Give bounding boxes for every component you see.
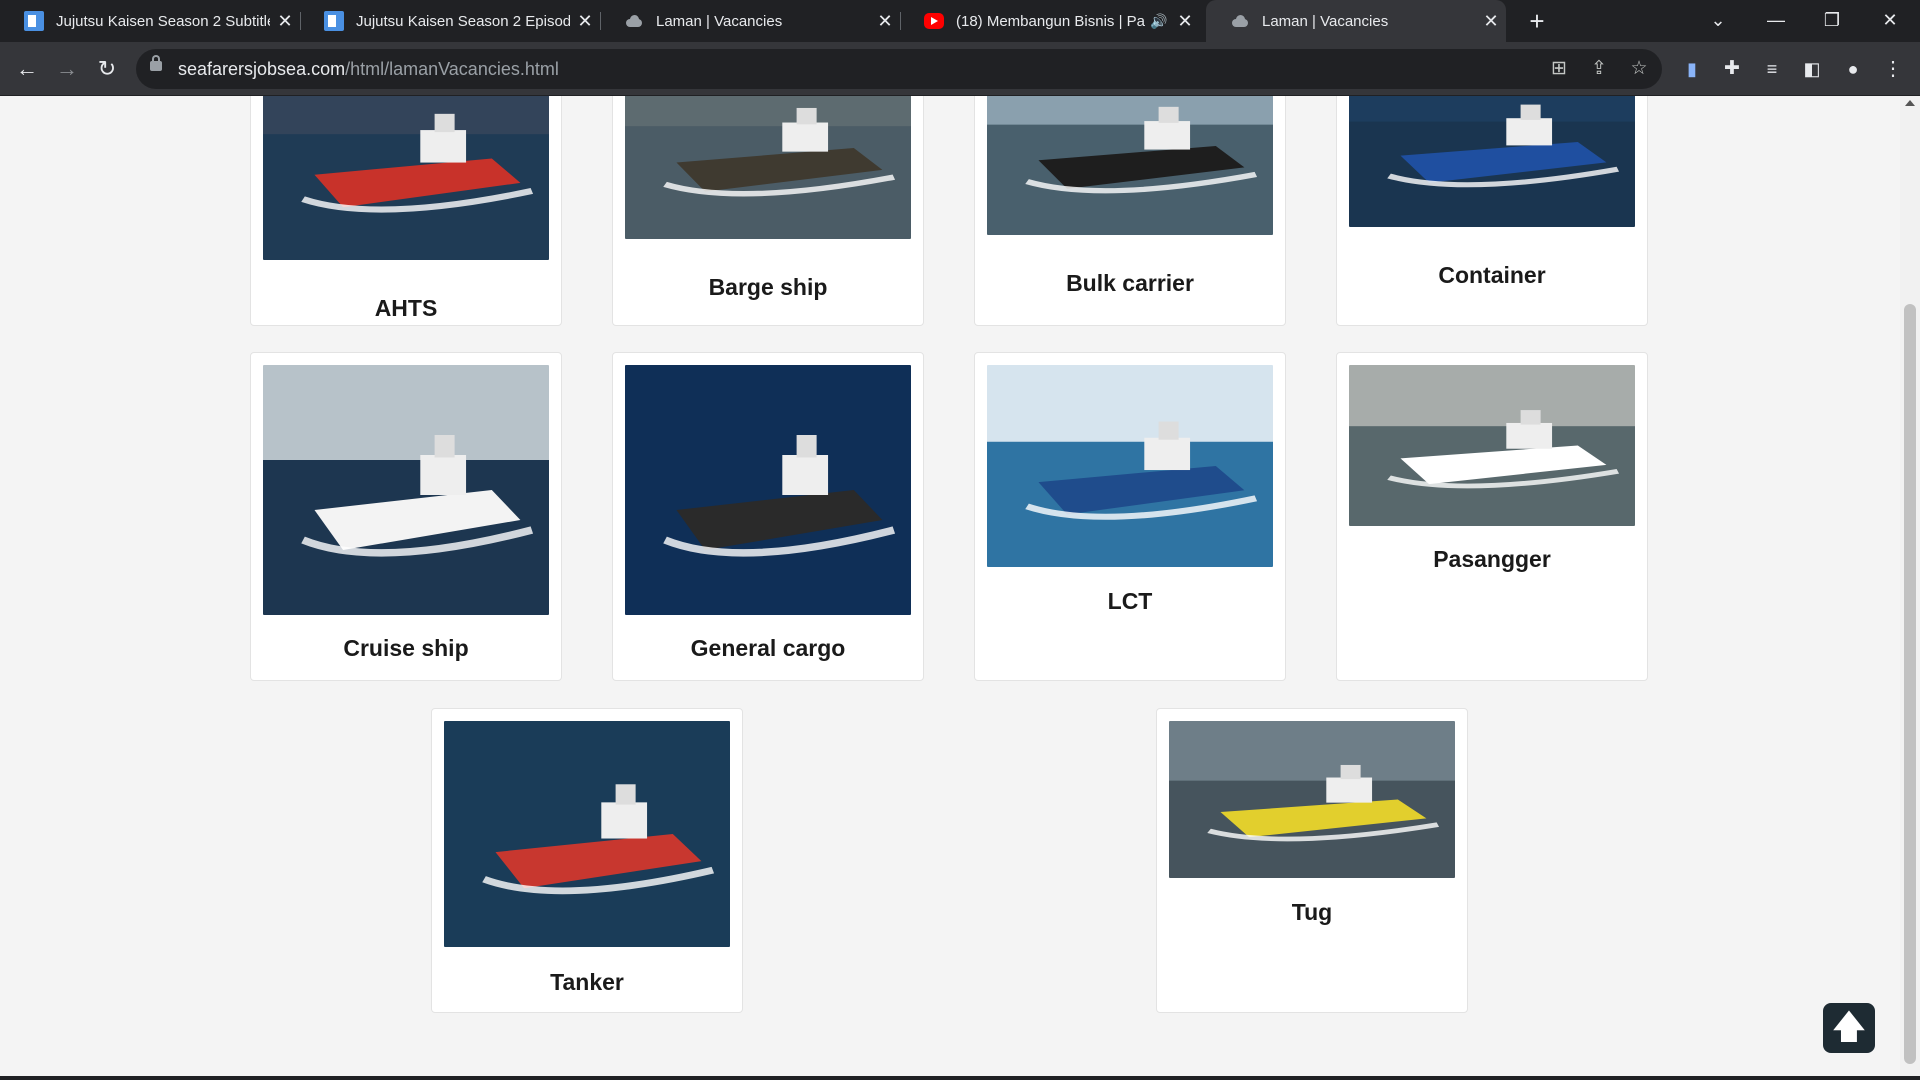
tab-youtube[interactable]: (18) Membangun Bisnis | Pa 🔊 ✕: [900, 0, 1200, 42]
doc-icon: [24, 11, 44, 31]
ship-card-general-cargo[interactable]: General cargo: [612, 352, 924, 681]
tab-laman-vacancies-active[interactable]: Laman | Vacancies ✕: [1206, 0, 1506, 42]
close-icon[interactable]: ✕: [870, 11, 900, 32]
ship-card-tanker[interactable]: Tanker: [431, 708, 743, 1013]
ship-image: [263, 96, 549, 260]
ship-card-cruise[interactable]: Cruise ship: [250, 352, 562, 681]
ship-image: [987, 96, 1273, 235]
ship-label: Tug: [1291, 899, 1333, 925]
profile-avatar-icon[interactable]: ●: [1836, 52, 1870, 86]
ship-image: [625, 96, 911, 239]
page-scrollbar[interactable]: [1900, 96, 1920, 1076]
ship-label: Cruise ship: [343, 635, 469, 661]
ship-card-barge[interactable]: Barge ship: [612, 96, 924, 326]
ship-card-passenger[interactable]: Pasangger: [1336, 352, 1648, 681]
ship-label: Tanker: [550, 969, 624, 995]
minimize-icon[interactable]: —: [1748, 0, 1804, 42]
ship-image: [987, 365, 1273, 567]
window-bottom-edge: [0, 1076, 1920, 1080]
tab-search-chevron-icon[interactable]: ⌄: [1690, 0, 1746, 42]
tab-jujutsu-subtitle[interactable]: Jujutsu Kaisen Season 2 Subtitle ✕: [0, 0, 300, 42]
address-bar[interactable]: seafarersjobsea.com/html/lamanVacancies.…: [136, 49, 1662, 89]
media-control-icon[interactable]: ≡: [1755, 52, 1789, 86]
back-arrow-icon[interactable]: ←: [10, 52, 44, 86]
url-text[interactable]: seafarersjobsea.com/html/lamanVacancies.…: [178, 49, 559, 89]
ship-image: [625, 365, 911, 615]
vacancies-page: AHTS Barge ship Bulk carrier Container C…: [0, 96, 1900, 1076]
ship-label: AHTS: [374, 295, 438, 321]
ship-image: [1349, 96, 1635, 227]
arrow-up-icon: 🡅: [1831, 1008, 1867, 1046]
ship-label: Bulk carrier: [1066, 270, 1194, 296]
side-panel-icon[interactable]: ◧: [1795, 52, 1829, 86]
cloud-icon: [1230, 11, 1250, 31]
extension-doc-icon[interactable]: ▮: [1675, 52, 1709, 86]
scroll-up-arrow-icon[interactable]: [1905, 100, 1915, 106]
menu-kebab-icon[interactable]: ⋮: [1876, 52, 1910, 86]
tab-jujutsu-episode[interactable]: Jujutsu Kaisen Season 2 Episode ✕: [300, 0, 600, 42]
share-icon[interactable]: ⇪: [1582, 52, 1616, 86]
ship-label: Barge ship: [708, 274, 828, 300]
extensions-puzzle-icon[interactable]: ✚: [1715, 52, 1749, 86]
youtube-icon: [924, 13, 944, 29]
browser-toolbar: ← → ↻ seafarersjobsea.com/html/lamanVaca…: [0, 42, 1920, 96]
bookmark-star-icon[interactable]: ☆: [1622, 52, 1656, 86]
ship-card-tug[interactable]: Tug: [1156, 708, 1468, 1013]
translate-icon[interactable]: ⊞: [1542, 52, 1576, 86]
tab-title: (18) Membangun Bisnis | Pa: [956, 12, 1145, 30]
lock-icon: [150, 55, 162, 71]
tab-title: Jujutsu Kaisen Season 2 Episode: [356, 12, 570, 30]
scroll-to-top-button[interactable]: 🡅: [1823, 1003, 1875, 1053]
ship-image: [444, 721, 730, 947]
url-domain: seafarersjobsea.com: [178, 59, 346, 79]
browser-tab-strip: Jujutsu Kaisen Season 2 Subtitle ✕ Jujut…: [0, 0, 1920, 42]
tab-title: Laman | Vacancies: [1262, 12, 1389, 30]
ship-label: Pasangger: [1433, 546, 1551, 572]
ship-card-ahts[interactable]: AHTS: [250, 96, 562, 326]
new-tab-plus-icon[interactable]: +: [1520, 4, 1554, 38]
ship-image: [263, 365, 549, 615]
ship-card-container[interactable]: Container: [1336, 96, 1648, 326]
ship-label: General cargo: [690, 635, 846, 661]
ship-image: [1169, 721, 1455, 878]
ship-label: Container: [1438, 262, 1546, 288]
ship-image: [1349, 365, 1635, 526]
tab-laman-vacancies[interactable]: Laman | Vacancies ✕: [600, 0, 900, 42]
doc-icon: [324, 11, 344, 31]
close-icon[interactable]: ✕: [1476, 11, 1506, 32]
ship-card-lct[interactable]: LCT: [974, 352, 1286, 681]
scrollbar-thumb[interactable]: [1904, 304, 1916, 1064]
reload-icon[interactable]: ↻: [90, 52, 124, 86]
speaker-icon[interactable]: 🔊: [1148, 13, 1170, 30]
window-close-icon[interactable]: ✕: [1862, 0, 1918, 42]
forward-arrow-icon[interactable]: →: [50, 52, 84, 86]
close-icon[interactable]: ✕: [570, 11, 600, 32]
url-path: /html/lamanVacancies.html: [345, 59, 559, 79]
cloud-icon: [624, 11, 644, 31]
ship-label: LCT: [1107, 588, 1153, 614]
close-icon[interactable]: ✕: [1170, 11, 1200, 32]
tab-title: Jujutsu Kaisen Season 2 Subtitle: [56, 12, 270, 30]
tab-title: Laman | Vacancies: [656, 12, 783, 30]
restore-icon[interactable]: ❐: [1804, 0, 1860, 42]
close-icon[interactable]: ✕: [270, 11, 300, 32]
ship-card-bulk-carrier[interactable]: Bulk carrier: [974, 96, 1286, 326]
